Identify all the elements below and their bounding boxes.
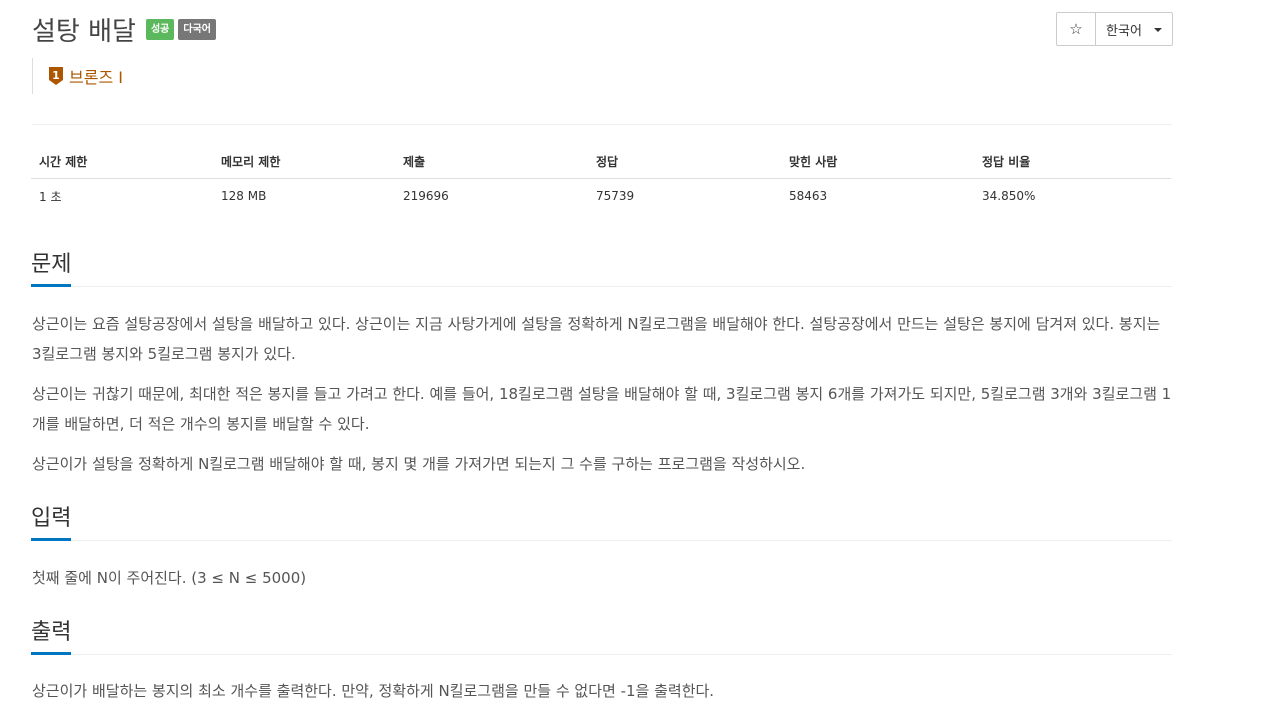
description-header: 문제 (31, 246, 1172, 287)
description-paragraph-3: 상근이가 설탕을 정확하게 N킬로그램 배달해야 할 때, 봉지 몇 개를 가져… (32, 455, 806, 473)
title-row: 설탕 배달 성공 다국어 (32, 10, 216, 48)
star-icon: ☆ (1069, 20, 1083, 38)
table-header-row: 시간 제한 메모리 제한 제출 정답 맞힌 사람 정답 비율 (31, 145, 1171, 179)
problem-page: 설탕 배달 성공 다국어 ☆ 한국어 1 브론즈 I 시간 제한 메모리 제한 … (0, 0, 1273, 718)
input-header: 입력 (31, 500, 1172, 541)
time-limit-value: 1 초 (39, 189, 62, 204)
output-title: 출력 (31, 614, 72, 655)
submissions-value: 219696 (403, 189, 449, 203)
problem-info-table: 시간 제한 메모리 제한 제출 정답 맞힌 사람 정답 비율 1 초 128 M… (31, 145, 1171, 213)
header-memory-limit: 메모리 제한 (213, 145, 395, 179)
accept-ratio-value: 34.850% (982, 189, 1036, 203)
caret-down-icon (1153, 28, 1162, 32)
accepted-value: 75739 (596, 189, 635, 203)
header-time-limit: 시간 제한 (31, 145, 213, 179)
language-label: 한국어 (1106, 23, 1142, 39)
divider (32, 124, 1172, 125)
memory-limit-value: 128 MB (221, 189, 267, 203)
language-dropdown[interactable]: 한국어 (1096, 13, 1172, 45)
solved-users-value: 58463 (789, 189, 828, 203)
description-paragraph-2: 상근이는 귀찮기 때문에, 최대한 적은 봉지를 들고 가려고 한다. 예를 들… (32, 385, 1172, 433)
toolbar-button-group: ☆ 한국어 (1056, 12, 1173, 46)
header-accepted: 정답 (588, 145, 781, 179)
description-title: 문제 (31, 246, 72, 287)
output-description: 상근이가 배달하는 봉지의 최소 개수를 출력한다. 만약, 정확하게 N킬로그… (32, 682, 715, 700)
header-solved-users: 맞힌 사람 (781, 145, 974, 179)
favorite-button[interactable]: ☆ (1057, 13, 1096, 45)
header-submissions: 제출 (395, 145, 588, 179)
description-paragraph-1: 상근이는 요즘 설탕공장에서 설탕을 배달하고 있다. 상근이는 지금 사탕가게… (32, 315, 1161, 363)
success-badge: 성공 (145, 18, 175, 40)
problem-title: 설탕 배달 (32, 16, 136, 47)
tier-number: 1 (52, 69, 60, 82)
header-accept-ratio: 정답 비율 (974, 145, 1171, 179)
input-title: 입력 (31, 500, 72, 541)
tier-block: 1 브론즈 I (32, 58, 123, 94)
table-row: 1 초 128 MB 219696 75739 58463 34.850% (31, 179, 1171, 214)
input-description: 첫째 줄에 N이 주어진다. (3 ≤ N ≤ 5000) (32, 569, 307, 587)
output-header: 출력 (31, 614, 1172, 655)
bronze-tier-icon: 1 (49, 67, 63, 85)
tier-link[interactable]: 브론즈 I (69, 64, 123, 88)
multilingual-badge: 다국어 (178, 18, 216, 40)
